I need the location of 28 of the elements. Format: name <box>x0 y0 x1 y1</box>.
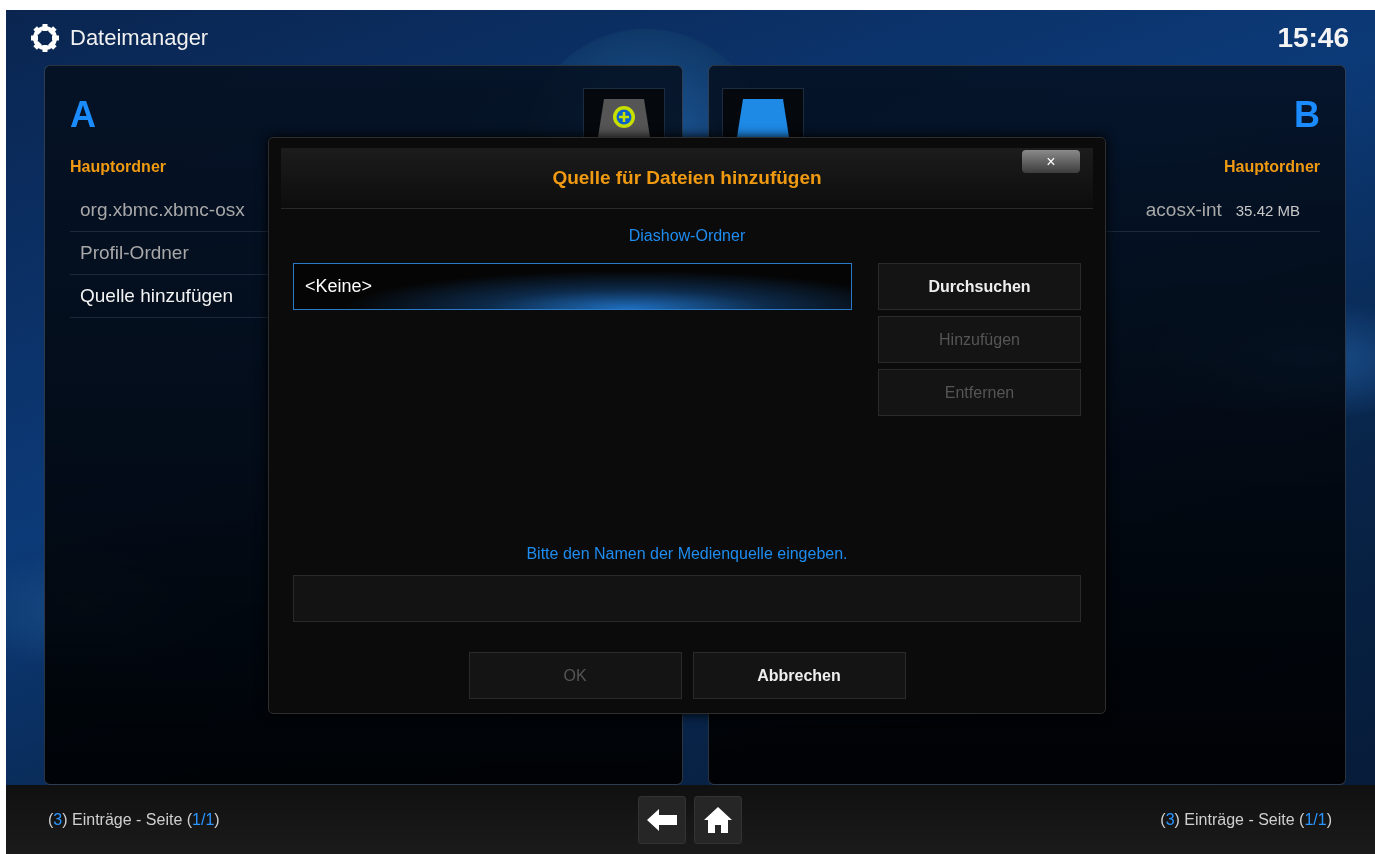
item-name: org.xbmc.xbmc-osx <box>80 199 245 221</box>
name-prompt: Bitte den Namen der Medienquelle eingeben. <box>526 545 848 562</box>
back-button[interactable] <box>638 795 686 844</box>
back-arrow-icon <box>647 808 677 831</box>
dialog-button[interactable]: Abbrechen <box>692 652 906 699</box>
source-path-item[interactable]: <Keine> <box>293 263 852 310</box>
panel-heading: Hauptordner <box>70 157 166 176</box>
add-source-icon[interactable] <box>582 88 665 138</box>
item-size: 35.42 MB <box>1235 201 1300 219</box>
dialog-subtitle: Diashow-Ordner <box>628 227 746 245</box>
panel-letter: A <box>70 94 96 136</box>
source-name-field[interactable] <box>293 575 1081 622</box>
home-button[interactable] <box>694 795 742 844</box>
drive-icon[interactable] <box>721 88 804 138</box>
settings-icon <box>30 22 60 53</box>
close-button[interactable]: × <box>1022 150 1080 173</box>
page-status: (3) Einträge - Seite (1/1) <box>1160 810 1332 829</box>
home-icon <box>703 805 733 834</box>
page-status: (3) Einträge - Seite (1/1) <box>48 810 220 829</box>
dialog-button[interactable]: Durchsuchen <box>878 263 1081 310</box>
panel-heading: Hauptordner <box>1224 157 1320 176</box>
dialog-title: Quelle für Dateien hinzufügen <box>552 167 822 189</box>
panel-letter: B <box>1294 94 1320 136</box>
window-title: Dateimanager <box>70 24 209 51</box>
item-name: Quelle hinzufügen <box>80 285 234 307</box>
item-name: Profil-Ordner <box>80 242 189 264</box>
item-name: acosx-int <box>1145 199 1222 221</box>
clock: 15:46 <box>1277 21 1349 54</box>
